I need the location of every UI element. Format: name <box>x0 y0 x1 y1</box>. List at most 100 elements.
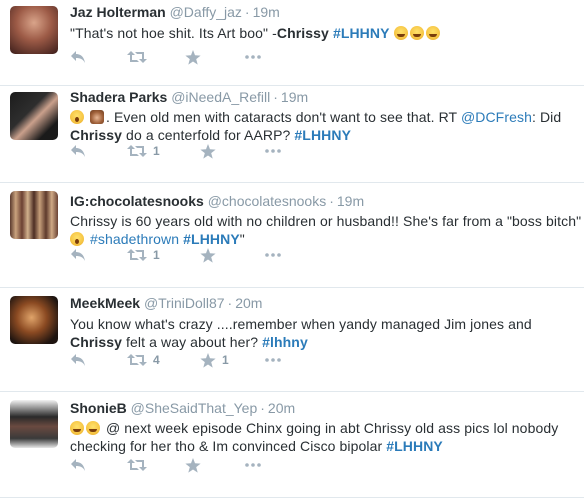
tweet-text-segment: You know what's crazy ....remember when … <box>70 316 532 332</box>
retweet-count: 1 <box>153 248 160 262</box>
tweet-header: Jaz Holterman @Daffy_jaz · 19m <box>70 0 584 21</box>
hushed-emoji-icon <box>70 232 84 246</box>
tweet-text: Chrissy is 60 years old with no children… <box>70 212 584 248</box>
joy-emoji-icon <box>409 26 424 40</box>
tweet-fullname[interactable]: Jaz Holterman <box>70 4 166 20</box>
tweet-header: Shadera Parks @iNeedA_Refill · 19m <box>70 86 584 106</box>
tweet-timestamp[interactable]: 19m <box>337 193 364 209</box>
favorite-button[interactable]: 1 <box>200 350 229 370</box>
tweet-handle[interactable]: @SheSaidThat_Yep <box>131 400 258 416</box>
retweet-icon <box>127 145 147 157</box>
hashtag-link[interactable]: #LHHNY <box>386 438 443 454</box>
avatar[interactable] <box>10 6 58 54</box>
separator-dot: · <box>273 89 278 105</box>
tweet-text-segment: Chrissy is 60 years old with no children… <box>70 213 582 229</box>
tweet-bold-word: Chrissy <box>276 25 329 41</box>
tweet-text-segment: @ next week episode Chinx going in abt C… <box>70 420 559 454</box>
tweet-handle[interactable]: @Daffy_jaz <box>170 4 242 20</box>
reply-button[interactable] <box>70 47 86 67</box>
reply-icon <box>71 51 85 63</box>
retweet-icon <box>127 459 147 471</box>
reply-icon <box>71 459 85 471</box>
tweet-fullname[interactable]: Shadera Parks <box>70 89 167 105</box>
more-icon <box>265 358 281 362</box>
retweet-count: 4 <box>153 353 160 367</box>
tweet-fullname[interactable]: IG:chocolatesnooks <box>70 193 204 209</box>
retweet-button[interactable]: 1 <box>127 141 160 161</box>
retweet-button[interactable] <box>127 455 153 475</box>
mention-link[interactable]: @DCFresh <box>461 109 532 125</box>
reply-button[interactable] <box>70 141 86 161</box>
tweet-header: MeekMeek @TriniDoll87 · 20m <box>70 288 584 312</box>
reply-icon <box>71 249 85 261</box>
tweet-header: IG:chocolatesnooks @chocolatesnooks · 19m <box>70 183 584 210</box>
avatar[interactable] <box>10 400 58 448</box>
more-button[interactable] <box>265 350 281 370</box>
hashtag-link[interactable]: #lhhny <box>262 334 308 350</box>
retweet-count: 1 <box>153 144 160 158</box>
joy-emoji-icon <box>86 421 100 435</box>
more-button[interactable] <box>245 455 261 475</box>
star-icon <box>185 457 201 473</box>
separator-dot: · <box>227 295 233 311</box>
tweet-item: Shadera Parks @iNeedA_Refill · 19m . Even … <box>0 86 584 183</box>
separator-dot: · <box>244 4 250 20</box>
reply-icon <box>71 354 85 366</box>
tweet-text: You know what's crazy ....remember when … <box>70 315 584 351</box>
tweet-text: "That's not hoe shit. Its Art boo" -Chri… <box>70 24 584 42</box>
tweet-text-segment: "That's not hoe shit. Its Art boo" - <box>70 25 277 41</box>
star-icon <box>200 352 216 368</box>
favorite-button[interactable] <box>200 245 222 265</box>
more-button[interactable] <box>245 47 261 67</box>
more-icon <box>245 463 261 467</box>
tweet-item: Jaz Holterman @Daffy_jaz · 19m "That's not… <box>0 0 584 86</box>
tweet-text: . Even old men with cataracts don't want… <box>70 108 584 144</box>
tweet-handle[interactable]: @TriniDoll87 <box>144 295 225 311</box>
favorite-count: 1 <box>222 353 229 367</box>
tweet-timestamp[interactable]: 20m <box>235 295 262 311</box>
tweet-text-segment: . Even old men with cataracts don't want… <box>106 109 461 125</box>
tweet-text: @ next week episode Chinx going in abt C… <box>70 419 584 455</box>
tweet-item: ShonieB @SheSaidThat_Yep · 20m @ next week… <box>0 392 584 498</box>
favorite-button[interactable] <box>185 455 207 475</box>
favorite-button[interactable] <box>200 141 222 161</box>
tweet-timestamp[interactable]: 19m <box>253 4 280 20</box>
tweet-handle[interactable]: @iNeedA_Refill <box>171 89 270 105</box>
avatar[interactable] <box>10 92 58 140</box>
separator-dot: · <box>329 193 334 209</box>
star-icon <box>200 247 216 263</box>
reply-button[interactable] <box>70 245 86 265</box>
tweet-timestamp[interactable]: 19m <box>281 89 308 105</box>
tweet-header: ShonieB @SheSaidThat_Yep · 20m <box>70 392 584 417</box>
retweet-icon <box>127 51 147 63</box>
tweet-item: MeekMeek @TriniDoll87 · 20m You know what'… <box>0 288 584 392</box>
tweet-text-segment: : Did <box>531 109 562 125</box>
joy-emoji-icon <box>70 421 84 435</box>
hashtag-link[interactable]: #LHHNY <box>294 127 351 143</box>
tweet-item: IG:chocolatesnooks @chocolatesnooks · 19m … <box>0 183 584 288</box>
joy-emoji-icon <box>393 26 408 40</box>
see-no-evil-monkey-icon <box>90 110 104 124</box>
retweet-icon <box>127 354 147 366</box>
more-icon <box>265 149 281 153</box>
tweet-handle[interactable]: @chocolatesnooks <box>208 193 327 209</box>
tweet-text-segment: felt a way about her? <box>122 334 263 350</box>
avatar[interactable] <box>10 296 58 344</box>
more-icon <box>245 55 261 59</box>
more-button[interactable] <box>265 141 281 161</box>
retweet-button[interactable]: 4 <box>127 350 160 370</box>
hashtag-link[interactable]: #LHHNY <box>333 25 390 41</box>
more-button[interactable] <box>265 245 281 265</box>
favorite-button[interactable] <box>185 47 207 67</box>
retweet-button[interactable]: 1 <box>127 245 160 265</box>
flushed-emoji-icon <box>70 110 84 124</box>
tweet-bold-word: Chrissy <box>70 334 123 350</box>
tweet-fullname[interactable]: ShonieB <box>70 400 127 416</box>
separator-dot: · <box>260 400 265 416</box>
retweet-button[interactable] <box>127 47 153 67</box>
tweet-timestamp[interactable]: 20m <box>268 400 295 416</box>
tweet-fullname[interactable]: MeekMeek <box>70 295 140 311</box>
reply-button[interactable] <box>70 455 86 475</box>
reply-button[interactable] <box>70 350 86 370</box>
avatar[interactable] <box>10 191 58 239</box>
